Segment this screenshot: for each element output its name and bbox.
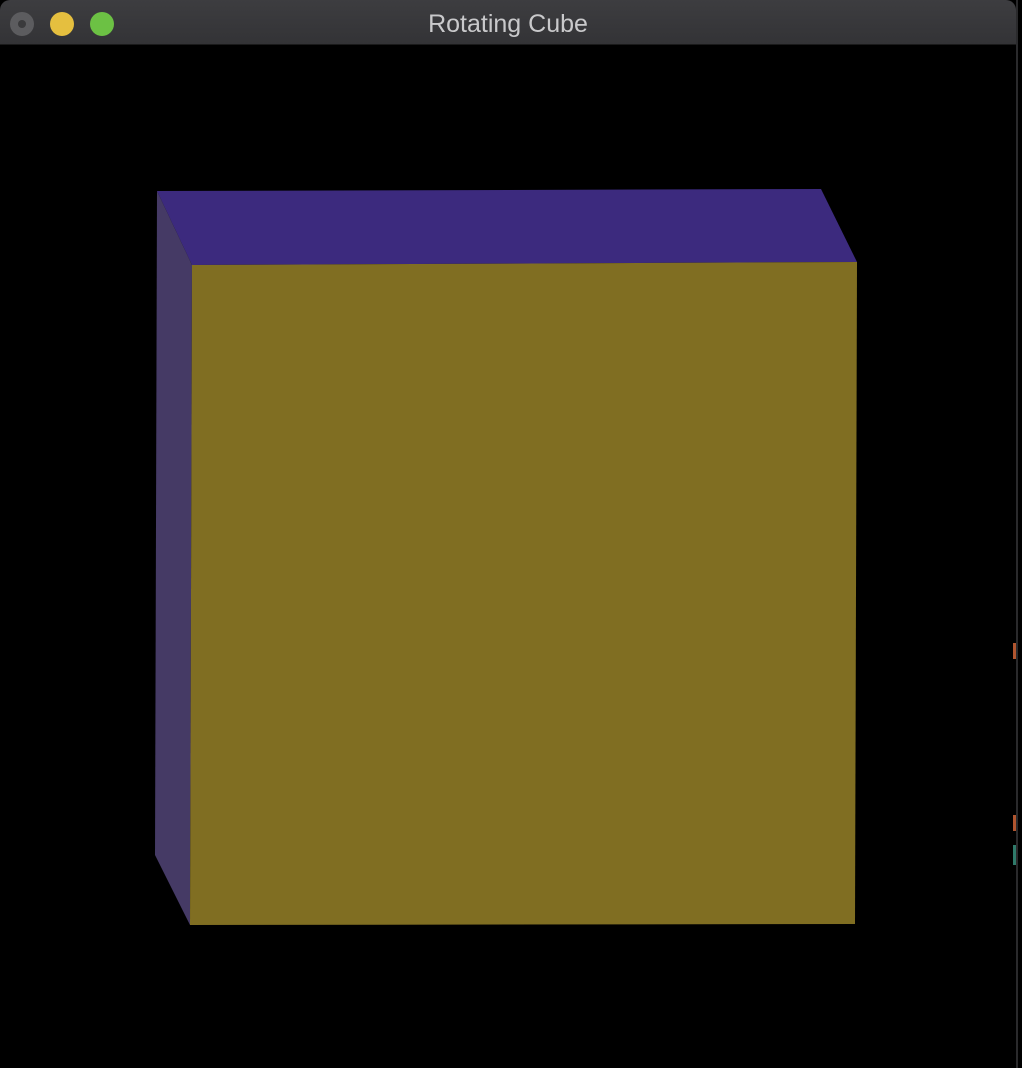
app-window: Rotating Cube (0, 0, 1018, 1068)
cube-front-face (190, 262, 857, 925)
window-title: Rotating Cube (428, 10, 588, 38)
background-window-edge (1012, 45, 1016, 1068)
render-viewport[interactable] (0, 45, 1016, 1068)
edge-mark (1013, 845, 1016, 865)
edge-mark (1013, 815, 1016, 831)
cube-canvas (155, 189, 857, 925)
cube-top-face (157, 189, 857, 265)
title-bar[interactable]: Rotating Cube (0, 0, 1016, 45)
edge-mark (1013, 643, 1016, 659)
cube-left-face (155, 191, 192, 925)
